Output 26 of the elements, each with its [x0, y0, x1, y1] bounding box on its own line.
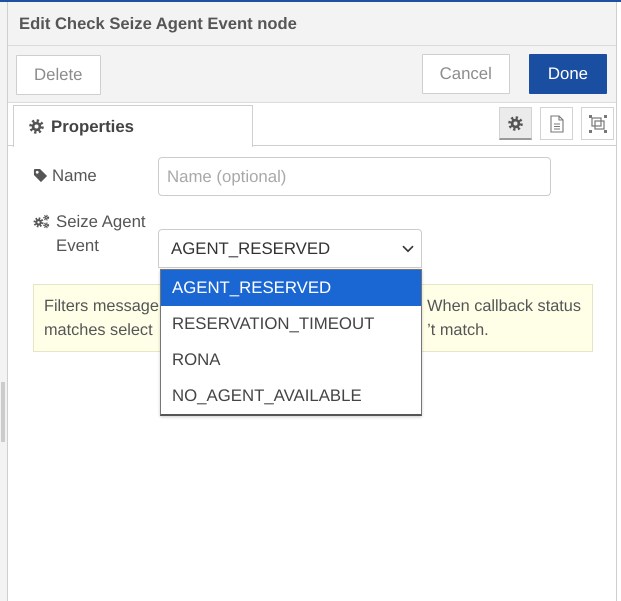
resize-handle[interactable] — [1, 382, 5, 442]
tip-text: matches select — [44, 320, 153, 341]
toolbar-button[interactable]: Done — [528, 54, 607, 94]
tip-text: Filters message — [44, 296, 159, 317]
overlapping-squares-icon — [588, 114, 606, 132]
dropdown-option[interactable]: AGENT_RESERVED — [161, 270, 421, 306]
tag-icon — [33, 168, 48, 183]
tip-text: When callback status — [427, 296, 581, 317]
tip-text: ’t match. — [427, 320, 489, 341]
document-icon — [550, 114, 564, 132]
icon-tab[interactable] — [499, 107, 532, 140]
dialog-title: Edit Check Seize Agent Event node — [19, 14, 297, 34]
chevron-icon — [402, 244, 414, 252]
gear-icon — [508, 116, 523, 130]
icon-tab[interactable] — [581, 107, 614, 140]
cogs-icon — [33, 214, 50, 229]
field-label: Name — [52, 165, 98, 187]
icon-tab[interactable] — [540, 107, 573, 140]
select-field[interactable]: AGENT_RESERVED — [158, 229, 422, 268]
dropdown-option[interactable]: RONA — [161, 342, 421, 378]
tab[interactable]: Properties — [13, 105, 253, 147]
dropdown-option[interactable]: NO_AGENT_AVAILABLE — [161, 378, 421, 414]
gear-icon — [29, 119, 44, 134]
dropdown-option[interactable]: RESERVATION_TIMEOUT — [161, 306, 421, 342]
name-input[interactable]: Name (optional) — [158, 157, 551, 196]
field-label: Seize Agent Event — [56, 211, 147, 257]
